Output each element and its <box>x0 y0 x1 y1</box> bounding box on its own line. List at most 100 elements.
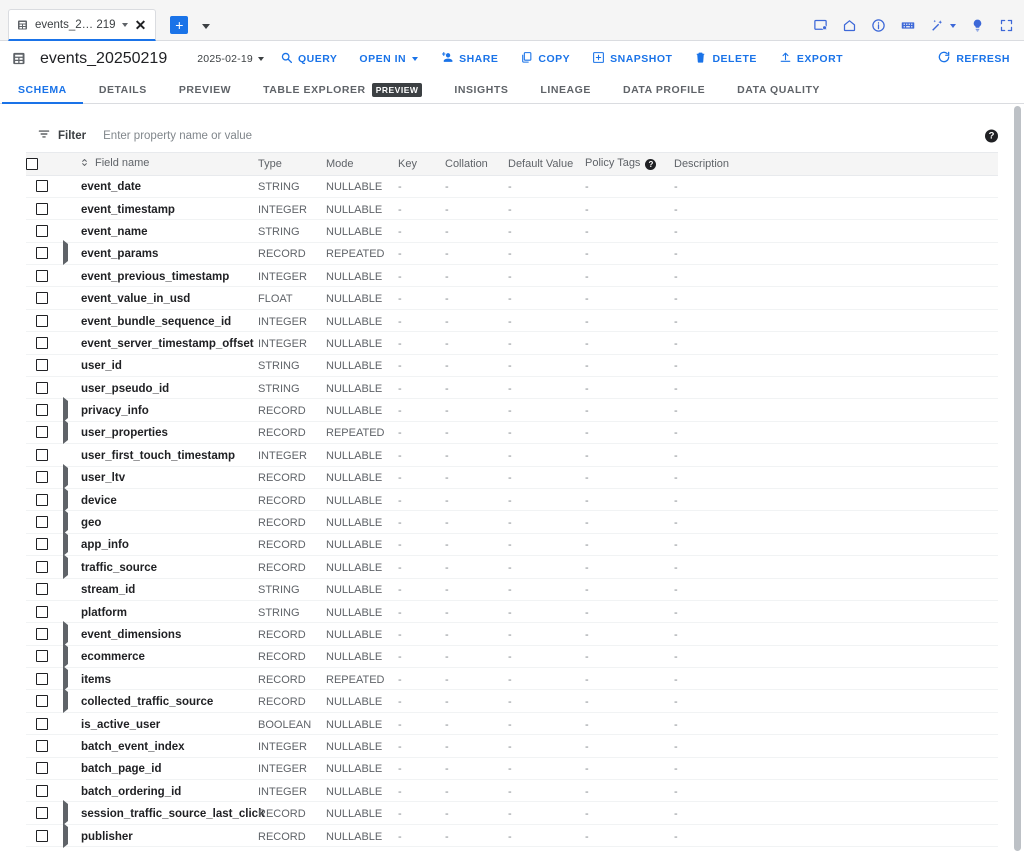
table-row[interactable]: stream_id STRING NULLABLE - - - - - <box>26 578 998 601</box>
tab-data-quality[interactable]: DATA QUALITY <box>721 76 836 103</box>
expand-arrow-icon[interactable] <box>63 240 68 266</box>
share-button[interactable]: SHARE <box>440 51 498 67</box>
row-checkbox[interactable] <box>36 650 48 663</box>
row-checkbox[interactable] <box>36 404 48 417</box>
table-row[interactable]: items RECORD REPEATED - - - - - <box>26 665 998 691</box>
row-checkbox[interactable] <box>36 538 48 551</box>
row-checkbox[interactable] <box>36 314 48 327</box>
chevron-down-icon[interactable] <box>121 22 128 27</box>
expand-arrow-icon[interactable] <box>63 419 68 445</box>
vertical-scrollbar-thumb[interactable] <box>1014 106 1021 851</box>
open-in-button[interactable]: OPEN IN <box>359 53 419 65</box>
tab-lineage[interactable]: LINEAGE <box>524 76 607 103</box>
row-checkbox[interactable] <box>36 247 48 260</box>
expand-arrow-icon[interactable] <box>63 531 68 557</box>
magic-wand-icon[interactable] <box>930 18 945 33</box>
row-checkbox[interactable] <box>36 336 48 349</box>
refresh-button[interactable]: REFRESH <box>937 50 1010 67</box>
row-checkbox[interactable] <box>36 807 48 820</box>
row-checkbox[interactable] <box>36 426 48 439</box>
expand-arrow-icon[interactable] <box>63 800 68 826</box>
table-row[interactable]: user_properties RECORD REPEATED - - - - - <box>26 419 998 445</box>
table-row[interactable]: batch_page_id INTEGER NULLABLE - - - - - <box>26 757 998 780</box>
table-row[interactable]: event_timestamp INTEGER NULLABLE - - - - - <box>26 197 998 220</box>
row-checkbox[interactable] <box>36 269 48 282</box>
table-row[interactable]: user_first_touch_timestamp INTEGER NULLABL… <box>26 444 998 467</box>
col-header-default-value[interactable]: Default Value <box>508 153 585 176</box>
table-row[interactable]: event_params RECORD REPEATED - - - - - <box>26 240 998 266</box>
col-header-mode[interactable]: Mode <box>326 153 398 176</box>
table-row[interactable]: platform STRING NULLABLE - - - - - <box>26 600 998 623</box>
new-tab-button[interactable]: + <box>170 16 189 34</box>
magic-wand-chevron-icon[interactable] <box>950 23 956 28</box>
table-row[interactable]: app_info RECORD NULLABLE - - - - - <box>26 531 998 557</box>
keyboard-icon[interactable] <box>900 18 916 33</box>
expand-arrow-icon[interactable] <box>63 486 68 512</box>
info-icon[interactable] <box>871 18 886 33</box>
table-row[interactable]: user_id STRING NULLABLE - - - - - <box>26 354 998 377</box>
close-icon[interactable]: ✕ <box>134 18 148 32</box>
expand-arrow-icon[interactable] <box>63 822 68 848</box>
col-header-collation[interactable]: Collation <box>445 153 508 176</box>
policy-tags-help-icon[interactable]: ? <box>645 159 657 171</box>
tab-table-explorer[interactable]: TABLE EXPLORER PREVIEW <box>247 76 438 103</box>
col-header-key[interactable]: Key <box>398 153 445 176</box>
table-row[interactable]: event_date STRING NULLABLE - - - - - <box>26 175 998 198</box>
table-row[interactable]: ecommerce RECORD NULLABLE - - - - - <box>26 643 998 669</box>
table-row[interactable]: session_traffic_source_last_click RECORD N… <box>26 800 998 826</box>
lightbulb-icon[interactable] <box>970 18 985 33</box>
col-header-field-name[interactable]: Field name <box>81 153 258 176</box>
row-checkbox[interactable] <box>36 224 48 237</box>
home-icon[interactable] <box>842 18 857 33</box>
new-tab-options-chevron-icon[interactable] <box>202 24 211 29</box>
row-checkbox[interactable] <box>36 605 48 618</box>
table-row[interactable]: batch_event_index INTEGER NULLABLE - - - - - <box>26 735 998 758</box>
table-row[interactable]: publisher RECORD NULLABLE - - - - - <box>26 822 998 848</box>
row-checkbox[interactable] <box>36 672 48 685</box>
table-row[interactable]: privacy_info RECORD NULLABLE - - - - - <box>26 397 998 423</box>
row-checkbox[interactable] <box>36 739 48 752</box>
expand-arrow-icon[interactable] <box>63 643 68 669</box>
table-row[interactable]: collected_traffic_source RECORD NULLABLE - -… <box>26 688 998 714</box>
row-checkbox[interactable] <box>36 381 48 394</box>
table-row[interactable]: user_ltv RECORD NULLABLE - - - - - <box>26 464 998 490</box>
row-checkbox[interactable] <box>36 448 48 461</box>
row-checkbox[interactable] <box>36 292 48 305</box>
col-header-policy-tags[interactable]: Policy Tags? <box>585 153 674 176</box>
table-row[interactable]: is_active_user BOOLEAN NULLABLE - - - - - <box>26 712 998 735</box>
table-row[interactable]: batch_ordering_id INTEGER NULLABLE - - - - - <box>26 780 998 802</box>
table-row[interactable]: event_server_timestamp_offset INTEGER NULL… <box>26 332 998 355</box>
row-checkbox[interactable] <box>36 493 48 506</box>
row-checkbox[interactable] <box>36 695 48 708</box>
col-header-type[interactable]: Type <box>258 153 326 176</box>
row-checkbox[interactable] <box>36 471 48 484</box>
tab-details[interactable]: DETAILS <box>83 76 163 103</box>
row-checkbox[interactable] <box>36 560 48 573</box>
row-checkbox[interactable] <box>36 180 48 193</box>
select-all-checkbox[interactable] <box>26 157 38 170</box>
table-row[interactable]: event_dimensions RECORD NULLABLE - - - - - <box>26 621 998 646</box>
query-button[interactable]: QUERY <box>280 51 337 67</box>
row-checkbox[interactable] <box>36 762 48 775</box>
tab-schema[interactable]: SCHEMA <box>2 76 83 104</box>
date-selector[interactable]: 2025-02-19 <box>197 53 264 65</box>
row-checkbox[interactable] <box>36 717 48 730</box>
expand-arrow-icon[interactable] <box>63 509 68 535</box>
table-row[interactable]: event_previous_timestamp INTEGER NULLABLE -… <box>26 265 998 287</box>
table-row[interactable]: geo RECORD NULLABLE - - - - - <box>26 509 998 535</box>
row-checkbox[interactable] <box>36 784 48 797</box>
table-row[interactable]: event_bundle_sequence_id INTEGER NULLABLE -… <box>26 309 998 332</box>
row-checkbox[interactable] <box>36 202 48 215</box>
row-checkbox[interactable] <box>36 829 48 842</box>
expand-arrow-icon[interactable] <box>63 553 68 579</box>
table-row[interactable]: event_name STRING NULLABLE - - - - - <box>26 220 998 243</box>
row-checkbox[interactable] <box>36 516 48 529</box>
col-header-description[interactable]: Description <box>674 153 998 176</box>
open-new-window-icon[interactable] <box>813 18 828 33</box>
expand-arrow-icon[interactable] <box>63 397 68 423</box>
row-checkbox[interactable] <box>36 583 48 596</box>
expand-arrow-icon[interactable] <box>63 621 68 646</box>
tab-insights[interactable]: INSIGHTS <box>438 76 524 103</box>
expand-arrow-icon[interactable] <box>63 464 68 490</box>
snapshot-button[interactable]: SNAPSHOT <box>592 51 672 67</box>
